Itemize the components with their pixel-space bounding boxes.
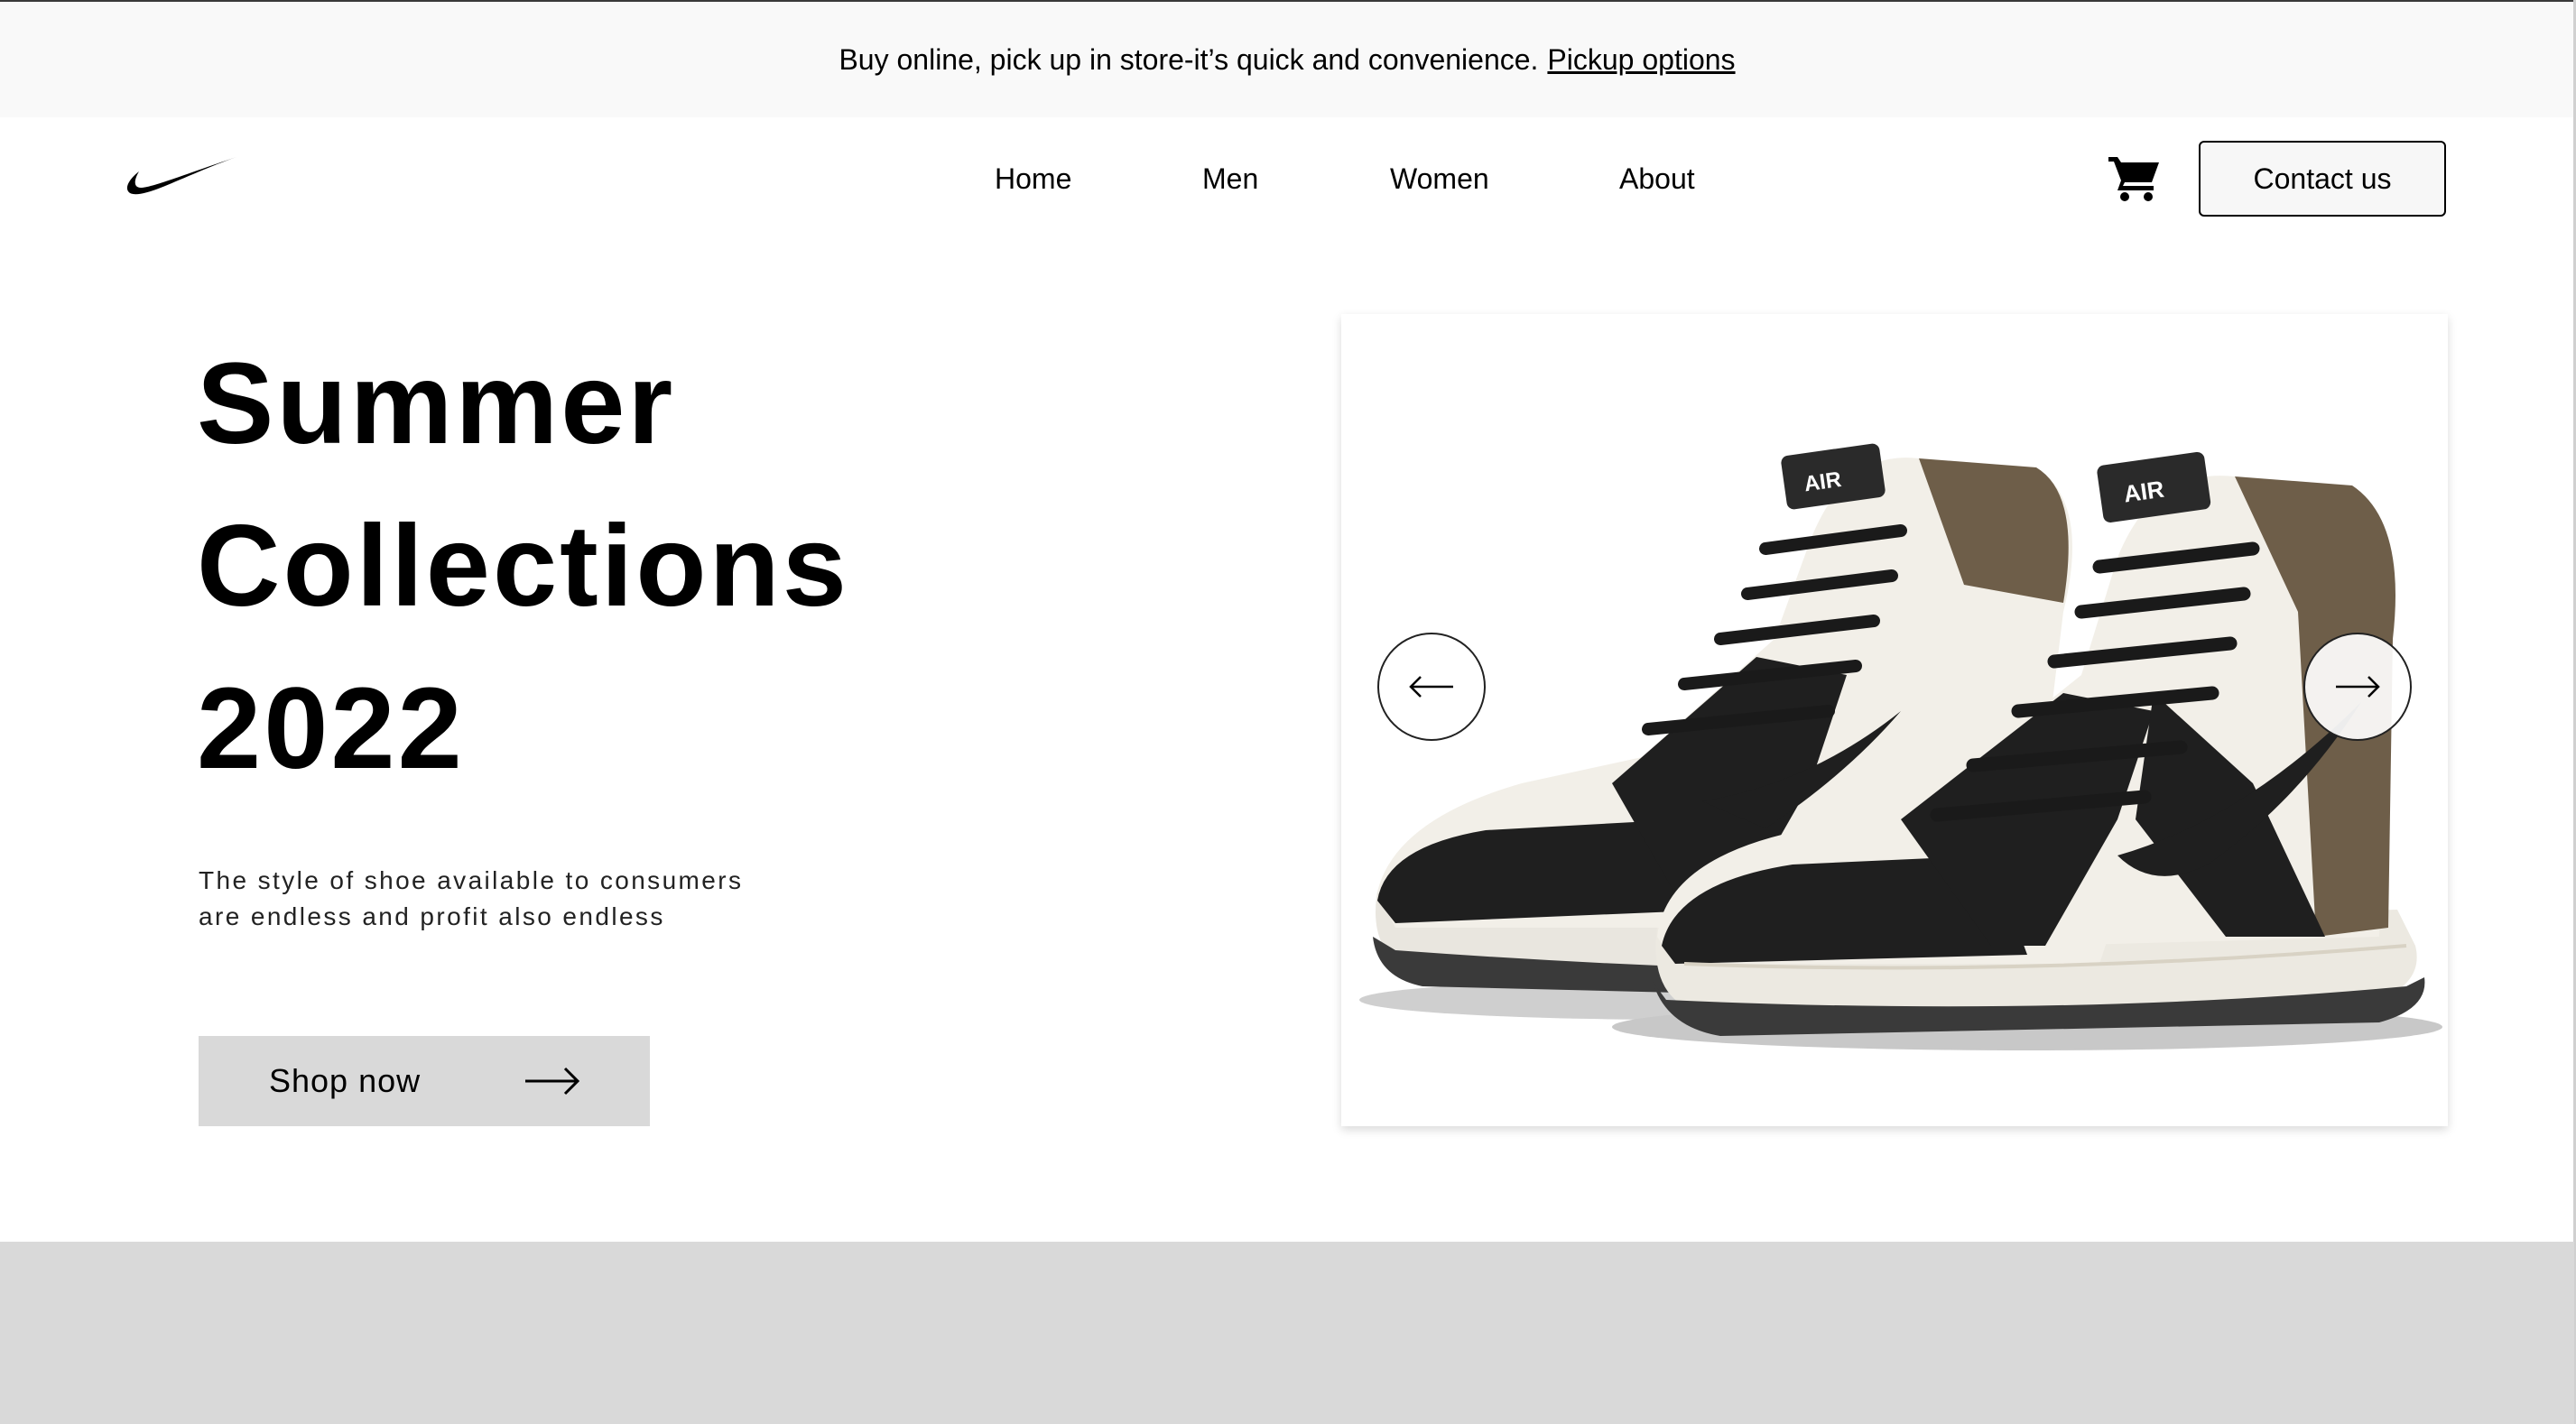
nav-home[interactable]: Home [995,162,1071,196]
product-image-card: AIR AIR [1341,314,2448,1126]
carousel-prev-button[interactable] [1377,633,1486,741]
pickup-options-link[interactable]: Pickup options [1547,43,1735,77]
next-section-band [0,1242,2574,1424]
contact-us-button[interactable]: Contact us [2199,141,2446,217]
svg-text:AIR: AIR [2122,476,2166,508]
nav-about[interactable]: About [1619,162,1695,196]
sneaker-image: AIR AIR [1359,443,2442,1050]
nav-men[interactable]: Men [1202,162,1258,196]
hero-title: Summer Collections 2022 [197,323,849,810]
hero-title-line: 2022 [197,664,465,793]
cart-icon[interactable] [2108,153,2161,202]
nike-swoosh-icon[interactable] [125,155,238,202]
arrow-right-icon [2336,676,2380,698]
hero-title-line: Collections [197,502,849,631]
hero-subtitle: The style of shoe available to consumers… [199,863,830,935]
nav-women[interactable]: Women [1390,162,1489,196]
arrow-right-icon [525,1067,580,1096]
arrow-left-icon [1409,676,1453,698]
carousel-next-button[interactable] [2303,633,2412,741]
hero-subtitle-line: The style of shoe available to consumers [199,866,744,894]
hero-title-line: Summer [197,339,676,468]
shop-now-button[interactable]: Shop now [199,1036,650,1126]
hero-subtitle-line: are endless and profit also endless [199,902,665,930]
promo-text: Buy online, pick up in store-it’s quick … [839,42,1539,76]
shop-now-label: Shop now [269,1062,422,1099]
svg-text:AIR: AIR [1802,467,1843,496]
promo-bar: Buy online, pick up in store-it’s quick … [0,2,2574,117]
